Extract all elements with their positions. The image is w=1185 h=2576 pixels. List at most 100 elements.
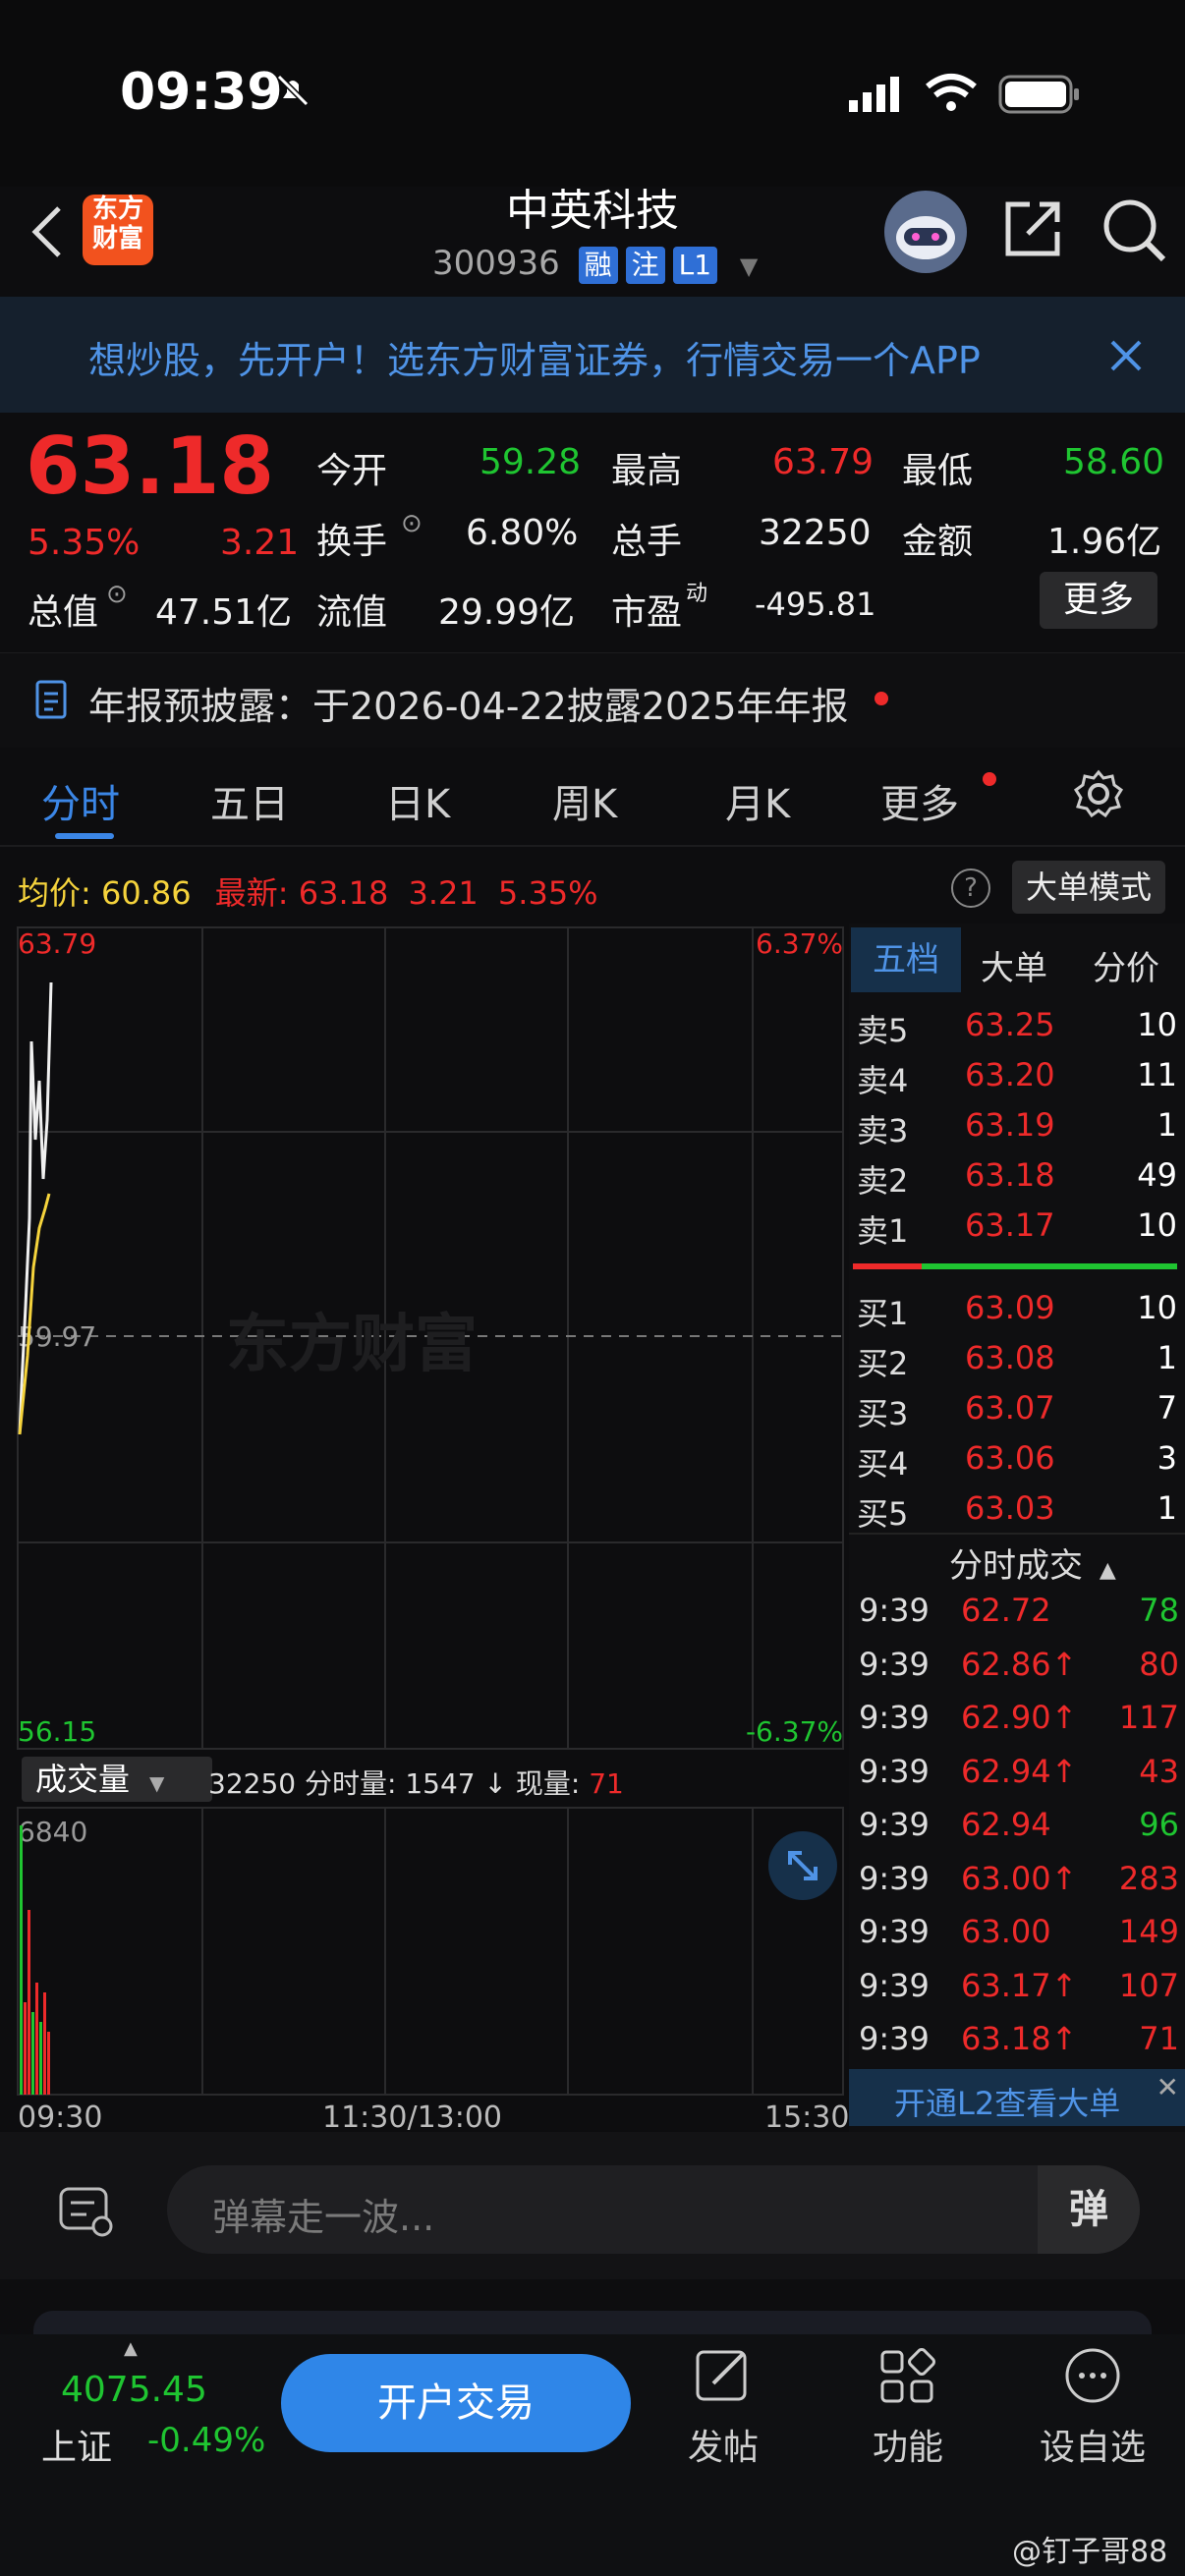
info-icon[interactable]: ⊙ xyxy=(401,509,423,538)
watchlist-label[interactable]: 设自选 xyxy=(1040,2419,1146,2470)
pe-superscript: 动 xyxy=(686,582,708,606)
share-icon[interactable] xyxy=(1000,196,1065,265)
mktcap-value: 47.51亿 xyxy=(155,592,293,633)
l2-banner-text[interactable]: 开通L2查看大单 xyxy=(894,2079,1120,2124)
open-value: 59.28 xyxy=(480,442,582,482)
more-button[interactable]: 更多 xyxy=(1040,572,1157,629)
bid-volume: 1 xyxy=(1157,1339,1177,1376)
turnover-label: 换手 xyxy=(316,522,388,562)
bid-volume: 10 xyxy=(1137,1289,1177,1326)
ask-price: 63.20 xyxy=(965,1056,1055,1093)
tab-weekly-k[interactable]: 周K xyxy=(552,772,617,829)
functions-icon[interactable] xyxy=(878,2348,937,2411)
add-watchlist-icon[interactable] xyxy=(1063,2346,1122,2409)
help-icon[interactable]: ? xyxy=(951,868,990,908)
tick-volume: 71 xyxy=(1139,2020,1179,2057)
tab-daily-k[interactable]: 日K xyxy=(385,772,450,829)
l2-banner[interactable]: 开通L2查看大单 ✕ xyxy=(849,2069,1185,2126)
stock-code-row[interactable]: 300936 融注 L1 ▼ xyxy=(432,244,758,284)
bid-label: 买2 xyxy=(857,1345,909,1382)
functions-label[interactable]: 功能 xyxy=(873,2419,943,2470)
chart-bottom-right: -6.37% xyxy=(746,1715,843,1748)
latest-percent: 5.35% xyxy=(497,874,598,912)
bid-price: 63.09 xyxy=(965,1289,1055,1326)
bid-volume: 3 xyxy=(1157,1439,1177,1477)
notice-text[interactable]: 年报预披露：于2026-04-22披露2025年年报 xyxy=(88,676,849,730)
close-icon[interactable]: ✕ xyxy=(1157,2071,1179,2103)
tick-price: 62.94 xyxy=(961,1806,1051,1843)
bid-price: 63.08 xyxy=(965,1339,1055,1376)
volume-stats: 32250 分时量: 1547 ↓ 现量: 71 xyxy=(208,1763,624,1802)
danmu-placeholder[interactable]: 弹幕走一波... xyxy=(212,2187,434,2241)
search-icon[interactable] xyxy=(1100,196,1169,269)
index-value[interactable]: 4075.45 xyxy=(61,2370,207,2410)
index-name[interactable]: 上证 xyxy=(41,2419,112,2470)
volume-bars xyxy=(20,1825,50,2095)
bid-volume: 7 xyxy=(1157,1389,1177,1427)
tick-time: 9:39 xyxy=(859,1859,930,1897)
tick-price: 62.90↑ xyxy=(961,1699,1078,1736)
post-label[interactable]: 发帖 xyxy=(688,2419,759,2470)
tab-intraday[interactable]: 分时 xyxy=(41,772,120,829)
order-tab-five-level[interactable]: 五档 xyxy=(851,927,961,992)
minute-volume-label: 分时量: xyxy=(304,1767,397,1800)
ask-price: 63.17 xyxy=(965,1206,1055,1244)
mktcap-label: 总值 xyxy=(28,592,99,633)
volume-selector[interactable]: 成交量 ▼ xyxy=(22,1757,212,1802)
ask-label: 卖3 xyxy=(857,1112,909,1149)
tick-row: 9:39 63.00 149 xyxy=(849,1913,1185,1962)
wifi-icon xyxy=(924,71,979,118)
dropdown-icon[interactable]: ▼ xyxy=(740,252,758,280)
tick-price: 63.18↑ xyxy=(961,2020,1078,2057)
tick-header[interactable]: 分时成交 ▲ xyxy=(949,1539,1116,1587)
robot-assistant-icon[interactable] xyxy=(878,185,973,283)
tick-price: 62.72 xyxy=(961,1592,1051,1629)
open-account-trade-button[interactable]: 开户交易 xyxy=(281,2354,631,2452)
float-label: 流值 xyxy=(316,592,388,633)
large-order-mode-button[interactable]: 大单模式 xyxy=(1012,861,1165,914)
tab-more[interactable]: 更多 xyxy=(880,772,959,829)
turnover-value: 6.80% xyxy=(466,513,579,553)
time-label-midday: 11:30/13:00 xyxy=(322,2100,503,2135)
index-percent[interactable]: -0.49% xyxy=(147,2421,265,2460)
tick-volume: 107 xyxy=(1118,1966,1179,2004)
down-arrow-icon: ↓ xyxy=(483,1767,507,1800)
tab-five-day[interactable]: 五日 xyxy=(210,772,289,829)
volume-total: 32250 xyxy=(208,1767,297,1800)
expand-icon[interactable] xyxy=(768,1831,837,1900)
tick-time: 9:39 xyxy=(859,1913,930,1950)
tick-volume: 283 xyxy=(1118,1859,1179,1897)
order-tab-large[interactable]: 大单 xyxy=(981,941,1047,989)
danmu-send-button[interactable]: 弹 xyxy=(1038,2165,1140,2254)
promo-banner-text[interactable]: 想炒股，先开户！选东方财富证券，行情交易一个APP xyxy=(88,330,1071,384)
bid-volume: 1 xyxy=(1157,1489,1177,1527)
signal-icon xyxy=(849,75,908,118)
tick-time: 9:39 xyxy=(859,2020,930,2057)
tab-monthly-k[interactable]: 月K xyxy=(725,772,790,829)
status-time: 09:39 xyxy=(120,63,283,122)
pe-value: -495.81 xyxy=(755,586,876,623)
bid-price: 63.03 xyxy=(965,1489,1055,1527)
ask-price: 63.18 xyxy=(965,1156,1055,1194)
volume-chart[interactable]: 6840 xyxy=(0,1806,847,2097)
bid-ask-ratio-bar xyxy=(853,1263,1177,1269)
ask-volume: 10 xyxy=(1137,1206,1177,1244)
tick-time: 9:39 xyxy=(859,1806,930,1843)
current-volume-label: 现量: xyxy=(515,1767,581,1800)
change-percent: 5.35% xyxy=(28,523,141,563)
ask-label: 卖4 xyxy=(857,1062,909,1099)
minute-volume: 1547 xyxy=(405,1767,476,1800)
settings-icon[interactable] xyxy=(1073,768,1124,823)
tick-row: 9:39 62.94 96 xyxy=(849,1806,1185,1855)
info-icon[interactable]: ⊙ xyxy=(106,580,128,609)
close-icon[interactable] xyxy=(1108,338,1144,377)
float-value: 29.99亿 xyxy=(438,592,576,633)
bid-label: 买3 xyxy=(857,1395,909,1432)
danmu-settings-icon[interactable] xyxy=(59,2187,114,2242)
tick-row: 9:39 63.17↑ 107 xyxy=(849,1967,1185,2016)
price-chart[interactable]: 东方财富 63.79 6.37% 59.97 56.15 -6.37% xyxy=(0,924,847,1759)
order-tab-price[interactable]: 分价 xyxy=(1093,941,1159,989)
ask-price: 63.19 xyxy=(965,1106,1055,1144)
latest-value: 63.18 xyxy=(298,874,389,912)
post-icon[interactable] xyxy=(694,2346,753,2409)
